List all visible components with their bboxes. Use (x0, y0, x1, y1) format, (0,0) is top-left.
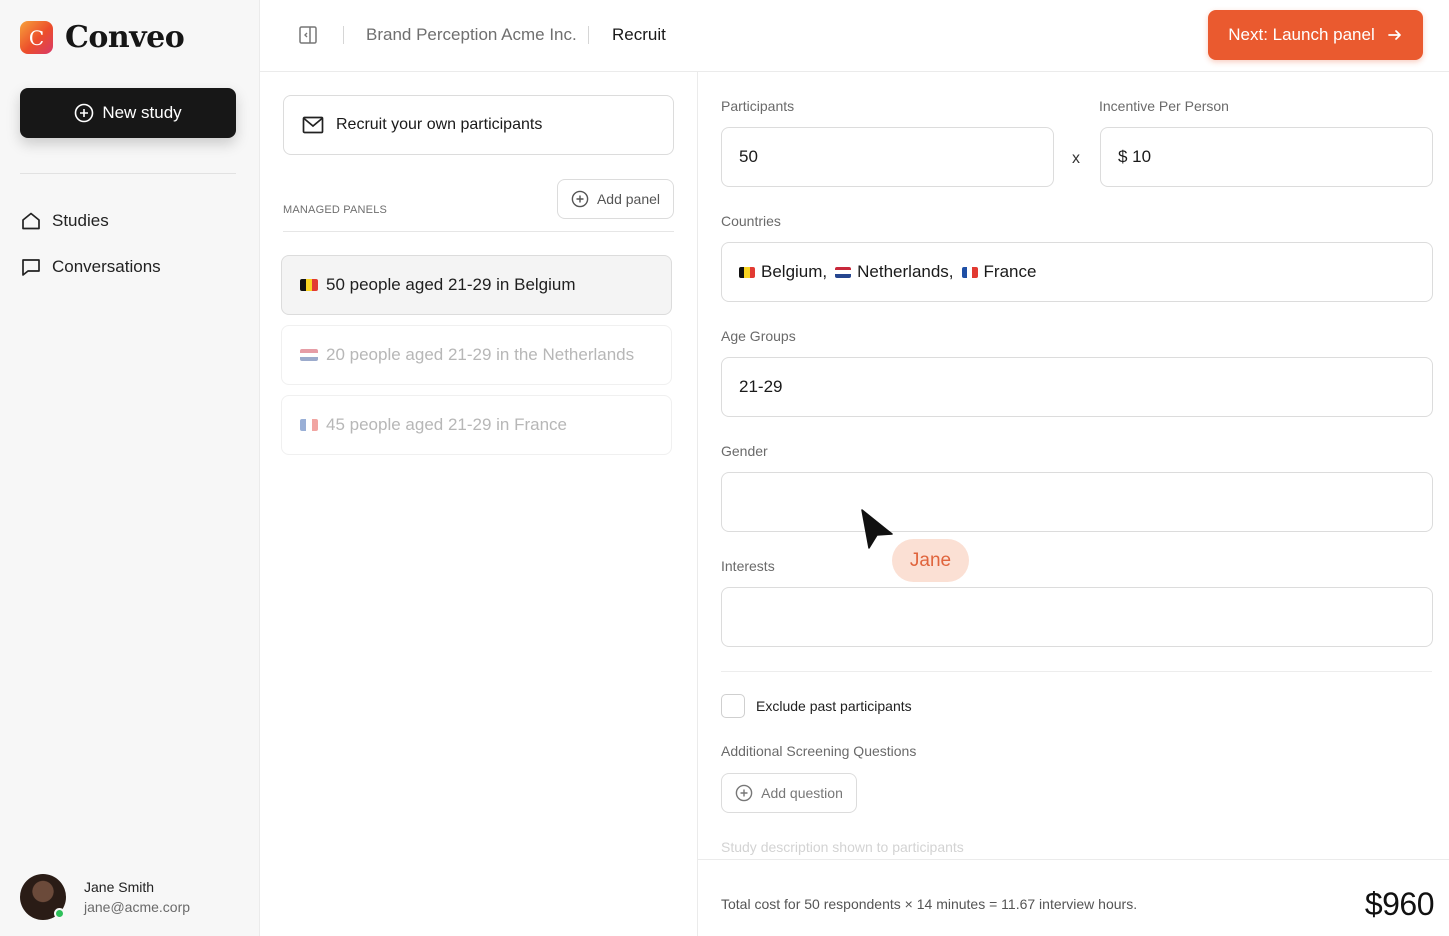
panel-label: 45 people aged 21-29 in France (326, 415, 568, 434)
gender-label: Gender (721, 443, 768, 459)
sidebar: C Conveo New study Studies Conversations… (0, 0, 260, 936)
add-question-button[interactable]: Add question (721, 773, 857, 813)
next-launch-panel-button[interactable]: Next: Launch panel (1208, 10, 1423, 60)
country-chip-france[interactable]: France (961, 262, 1037, 282)
mail-icon (302, 116, 324, 134)
screening-questions-label: Additional Screening Questions (721, 743, 917, 759)
logo[interactable]: C Conveo (20, 20, 185, 55)
belgium-flag-icon (300, 279, 318, 291)
collaborator-name-tag: Jane (892, 539, 969, 582)
exclude-past-participants-label[interactable]: Exclude past participants (756, 698, 912, 714)
user-profile[interactable]: Jane Smith jane@acme.corp (20, 874, 190, 920)
countries-select[interactable]: Belgium, Netherlands, France (721, 242, 1433, 302)
participants-value: 50 (739, 147, 758, 166)
online-status-icon (54, 908, 65, 919)
france-flag-icon (300, 419, 318, 431)
chat-icon (22, 259, 40, 276)
plus-circle-icon (75, 103, 94, 123)
panel-card-france[interactable]: 45 people aged 21-29 in France (281, 395, 672, 455)
divider (721, 671, 1432, 672)
incentive-input[interactable]: $ 10 (1100, 127, 1433, 187)
top-bar: Brand Perception Acme Inc. Recruit Next:… (260, 0, 1449, 72)
sidebar-toggle-icon (299, 26, 317, 44)
sidebar-item-label: Studies (52, 211, 109, 230)
recruit-panel-list: Recruit your own participants MANAGED PA… (260, 72, 698, 936)
country-chip-netherlands[interactable]: Netherlands, (835, 262, 954, 282)
next-button-label: Next: Launch panel (1228, 25, 1375, 44)
managed-panels-heading: MANAGED PANELS (283, 204, 388, 216)
country-name: Netherlands, (857, 262, 954, 281)
age-groups-input[interactable]: 21-29 (721, 357, 1433, 417)
netherlands-flag-icon (300, 349, 318, 361)
interests-label: Interests (721, 558, 775, 574)
avatar (20, 874, 66, 920)
country-chip-belgium[interactable]: Belgium, (739, 262, 827, 282)
countries-label: Countries (721, 213, 781, 229)
panel-label: 20 people aged 21-29 in the Netherlands (326, 345, 635, 364)
arrow-right-icon (1387, 30, 1401, 40)
age-groups-label: Age Groups (721, 328, 796, 344)
add-panel-label: Add panel (596, 191, 661, 207)
country-name: France (983, 262, 1037, 281)
breadcrumb-current: Recruit (612, 25, 666, 44)
country-name: Belgium, (761, 262, 828, 281)
sidebar-item-conversations[interactable]: Conversations (20, 256, 161, 278)
breadcrumb-separator (588, 26, 589, 44)
exclude-past-participants-checkbox[interactable] (721, 694, 745, 718)
panel-card-netherlands[interactable]: 20 people aged 21-29 in the Netherlands (281, 325, 672, 385)
home-icon (22, 212, 40, 230)
sidebar-toggle-button[interactable] (298, 25, 318, 50)
logo-text: Conveo (65, 20, 185, 55)
france-flag-icon (961, 266, 978, 278)
incentive-label: Incentive Per Person (1099, 98, 1229, 114)
participants-label: Participants (721, 98, 795, 114)
recruit-form: Participants 50 x Incentive Per Person $… (698, 72, 1449, 859)
belgium-flag-icon (739, 266, 755, 278)
logo-mark-icon: C (20, 21, 53, 54)
cost-summary-text: Total cost for 50 respondents × 14 minut… (721, 896, 1138, 912)
divider (283, 231, 674, 232)
new-study-button[interactable]: New study (20, 88, 236, 138)
breadcrumb-separator (343, 26, 344, 44)
breadcrumb-study[interactable]: Brand Perception Acme Inc. (366, 25, 577, 45)
recruit-own-participants-button[interactable]: Recruit your own participants (283, 95, 674, 155)
plus-circle-icon (571, 190, 589, 208)
add-panel-button[interactable]: Add panel (557, 179, 674, 219)
sidebar-item-label: Conversations (52, 257, 161, 276)
panel-label: 50 people aged 21-29 in Belgium (326, 275, 576, 294)
interests-input[interactable] (721, 587, 1433, 647)
gender-input[interactable] (721, 472, 1433, 532)
study-description-label: Study description shown to participants (721, 839, 964, 855)
recruit-own-label: Recruit your own participants (336, 116, 543, 133)
cost-summary-footer: Total cost for 50 respondents × 14 minut… (698, 859, 1449, 936)
netherlands-flag-icon (835, 266, 852, 278)
total-cost: $960 (1364, 886, 1435, 922)
multiply-sign: x (1072, 150, 1080, 167)
participants-input[interactable]: 50 (721, 127, 1054, 187)
sidebar-divider (20, 173, 236, 174)
sidebar-item-studies[interactable]: Studies (20, 210, 109, 232)
add-question-label: Add question (761, 785, 843, 801)
new-study-label: New study (102, 103, 182, 122)
plus-circle-icon (735, 784, 753, 802)
incentive-value: $ 10 (1118, 147, 1152, 166)
collaborator-cursor-icon (860, 508, 894, 555)
panel-card-belgium[interactable]: 50 people aged 21-29 in Belgium (281, 255, 672, 315)
user-name: Jane Smith (84, 879, 155, 895)
age-groups-value: 21-29 (739, 377, 783, 396)
user-email: jane@acme.corp (84, 899, 191, 915)
